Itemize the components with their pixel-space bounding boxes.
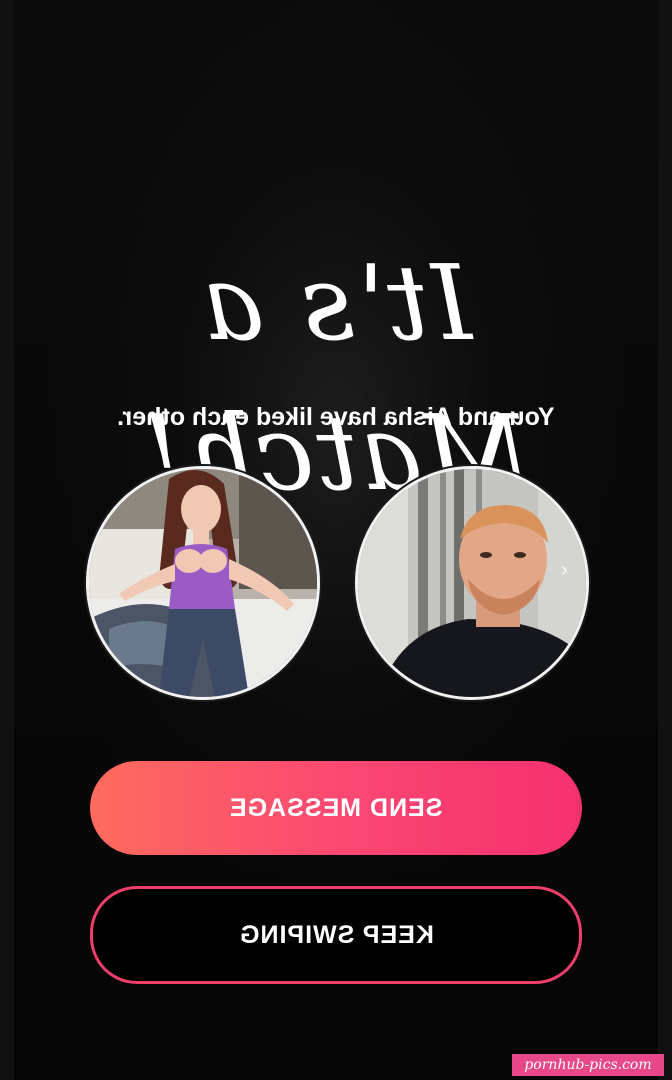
match-title-text: It's a Match! <box>141 242 531 514</box>
chevron-right-icon[interactable]: › <box>560 558 569 584</box>
match-avatar-left-image <box>89 469 317 697</box>
screen-edge-right <box>658 0 672 1080</box>
keep-swiping-button[interactable]: KEEP SWIPING <box>90 886 582 984</box>
watermark-text: pornhub-pics.com <box>524 1057 652 1073</box>
keep-swiping-label: KEEP SWIPING <box>238 920 434 949</box>
match-avatar-right-image <box>358 469 586 697</box>
match-screen: It's a Match! You and Aisha have liked e… <box>0 0 672 1080</box>
watermark-badge: pornhub-pics.com <box>512 1054 664 1076</box>
match-subtitle-text: You and Aisha have liked each other. <box>117 403 555 431</box>
match-subtitle: You and Aisha have liked each other. <box>0 400 672 434</box>
send-message-button[interactable]: SEND MESSAGE <box>90 761 582 855</box>
match-avatar-left[interactable] <box>86 466 320 700</box>
send-message-label: SEND MESSAGE <box>229 793 443 822</box>
match-title: It's a Match! <box>0 228 672 528</box>
screen-edge-left <box>0 0 14 1080</box>
match-avatar-right[interactable] <box>355 466 589 700</box>
